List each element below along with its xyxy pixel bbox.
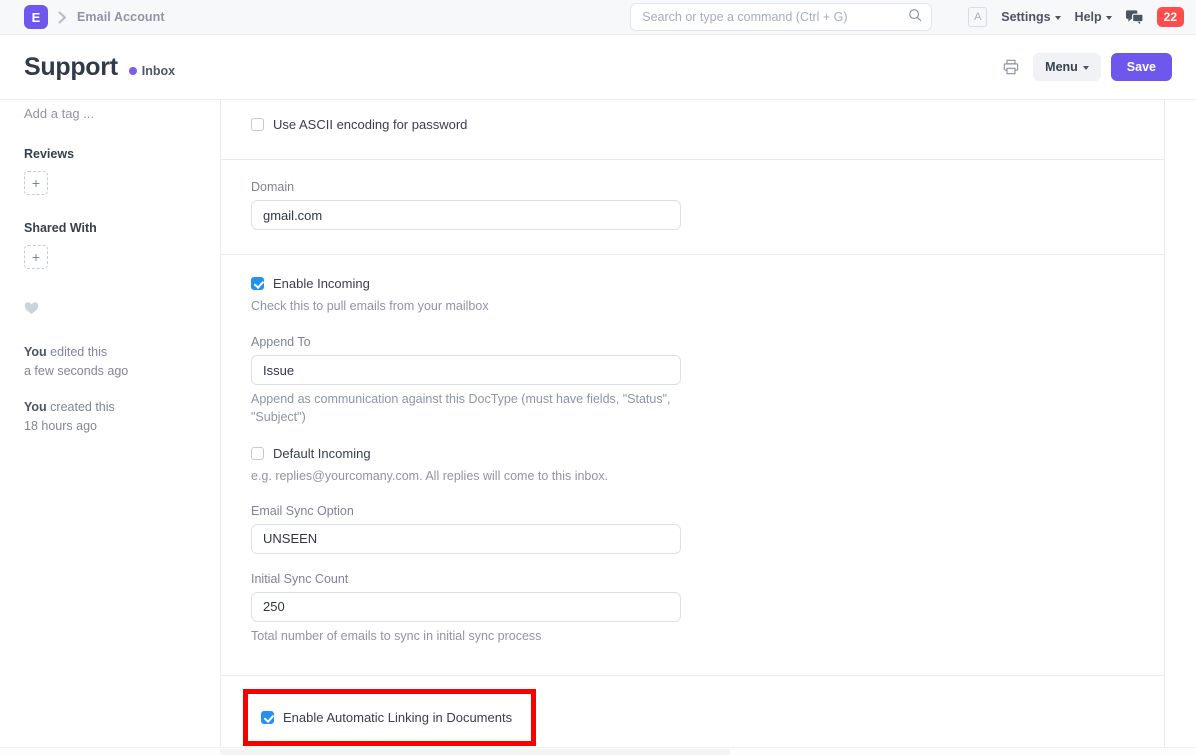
activity-actor: You [24, 400, 47, 414]
activity-item-created: You created this 18 hours ago [24, 398, 196, 437]
section-domain: Domain [221, 160, 1164, 255]
sidebar-section-tags: Tags Add a tag ... [24, 100, 196, 121]
section-ascii: Use ASCII encoding for password [221, 100, 1164, 160]
append-to-input[interactable] [251, 355, 681, 385]
enable-incoming-help: Check this to pull emails from your mail… [251, 297, 681, 315]
page-title: Support [24, 53, 118, 82]
enable-incoming-checkbox-row[interactable]: Enable Incoming [251, 275, 1134, 292]
auto-linking-label: Enable Automatic Linking in Documents [283, 709, 512, 726]
search-icon[interactable] [908, 8, 922, 27]
top-navbar: E Email Account A Settings Help [0, 0, 1196, 35]
activity-item-edited: You edited this a few seconds ago [24, 343, 196, 382]
auto-linking-checkbox-row[interactable]: Enable Automatic Linking in Documents [261, 709, 512, 726]
domain-label: Domain [251, 180, 1134, 194]
chat-icon[interactable] [1126, 9, 1143, 25]
status-dot-icon [129, 67, 137, 75]
activity-action: created this [47, 400, 115, 414]
append-to-help: Append as communication against this Doc… [251, 390, 683, 426]
settings-menu[interactable]: Settings [1001, 10, 1060, 24]
section-incoming: Enable Incoming Check this to pull email… [221, 255, 1164, 676]
domain-field: Domain [251, 180, 1134, 230]
auto-linking-checkbox[interactable] [261, 711, 274, 724]
ascii-encoding-checkbox[interactable] [251, 118, 264, 131]
ascii-encoding-label: Use ASCII encoding for password [273, 116, 467, 133]
help-label: Help [1075, 10, 1102, 24]
highlight-annotation: Enable Automatic Linking in Documents [243, 689, 536, 746]
ascii-encoding-checkbox-row[interactable]: Use ASCII encoding for password [251, 116, 1134, 133]
page-body: Tags Add a tag ... Reviews + Shared With… [0, 100, 1196, 755]
email-sync-option-field: Email Sync Option [251, 504, 1134, 554]
chevron-down-icon [1055, 16, 1061, 20]
initial-sync-count-input[interactable] [251, 592, 681, 622]
app-logo[interactable]: E [24, 5, 48, 29]
printer-icon[interactable] [1003, 59, 1023, 75]
enable-incoming-checkbox[interactable] [251, 277, 264, 290]
reviews-heading: Reviews [24, 147, 196, 161]
default-incoming-label: Default Incoming [273, 445, 371, 462]
activity-time: 18 hours ago [24, 419, 97, 433]
content-area: Use ASCII encoding for password Domain E… [220, 100, 1196, 755]
save-button[interactable]: Save [1111, 53, 1172, 81]
status-badge: Inbox [129, 64, 175, 78]
search-box[interactable] [630, 3, 932, 31]
initial-sync-count-field: Initial Sync Count Total number of email… [251, 572, 1134, 645]
page-header-actions: Menu Save [1003, 53, 1172, 81]
search-input[interactable] [642, 10, 908, 24]
breadcrumb-item-email-account[interactable]: Email Account [77, 10, 165, 24]
settings-card: Use ASCII encoding for password Domain E… [220, 100, 1165, 755]
email-sync-option-label: Email Sync Option [251, 504, 1134, 518]
sidebar: Tags Add a tag ... Reviews + Shared With… [0, 100, 220, 755]
menu-button-label: Menu [1045, 60, 1078, 74]
default-incoming-checkbox-row[interactable]: Default Incoming [251, 445, 1134, 462]
email-sync-option-input[interactable] [251, 524, 681, 554]
section-auto-linking: Enable Automatic Linking in Documents [221, 676, 1164, 755]
title-group: Support Inbox [24, 53, 175, 82]
activity-actor: You [24, 345, 47, 359]
navbar-actions: A Settings Help 22 [630, 3, 1184, 31]
notification-badge[interactable]: 22 [1157, 7, 1184, 27]
add-shared-with-button[interactable]: + [24, 245, 48, 269]
breadcrumb: E Email Account [24, 5, 165, 29]
chevron-down-icon [1083, 66, 1089, 70]
chevron-right-icon [58, 11, 67, 24]
activity-time: a few seconds ago [24, 364, 128, 378]
menu-button[interactable]: Menu [1033, 53, 1101, 81]
settings-label: Settings [1001, 10, 1050, 24]
append-to-field: Append To Append as communication agains… [251, 335, 1134, 426]
activity-action: edited this [47, 345, 107, 359]
add-review-button[interactable]: + [24, 171, 48, 195]
append-to-label: Append To [251, 335, 1134, 349]
chevron-down-icon [1106, 16, 1112, 20]
domain-input[interactable] [251, 200, 681, 230]
horizontal-scrollbar[interactable] [0, 747, 1196, 755]
horizontal-scrollbar-thumb[interactable] [220, 749, 730, 755]
page-header: Support Inbox Menu Save [0, 35, 1196, 100]
help-menu[interactable]: Help [1075, 10, 1112, 24]
enable-incoming-label: Enable Incoming [273, 275, 370, 292]
initial-sync-count-label: Initial Sync Count [251, 572, 1134, 586]
avatar[interactable]: A [968, 7, 987, 27]
shared-with-heading: Shared With [24, 221, 196, 235]
heart-icon[interactable] [24, 301, 196, 318]
initial-sync-count-help: Total number of emails to sync in initia… [251, 627, 683, 645]
add-tag-link[interactable]: Add a tag ... [24, 106, 196, 121]
status-label: Inbox [142, 64, 175, 78]
default-incoming-help: e.g. replies@yourcomany.com. All replies… [251, 467, 681, 485]
default-incoming-checkbox[interactable] [251, 447, 264, 460]
